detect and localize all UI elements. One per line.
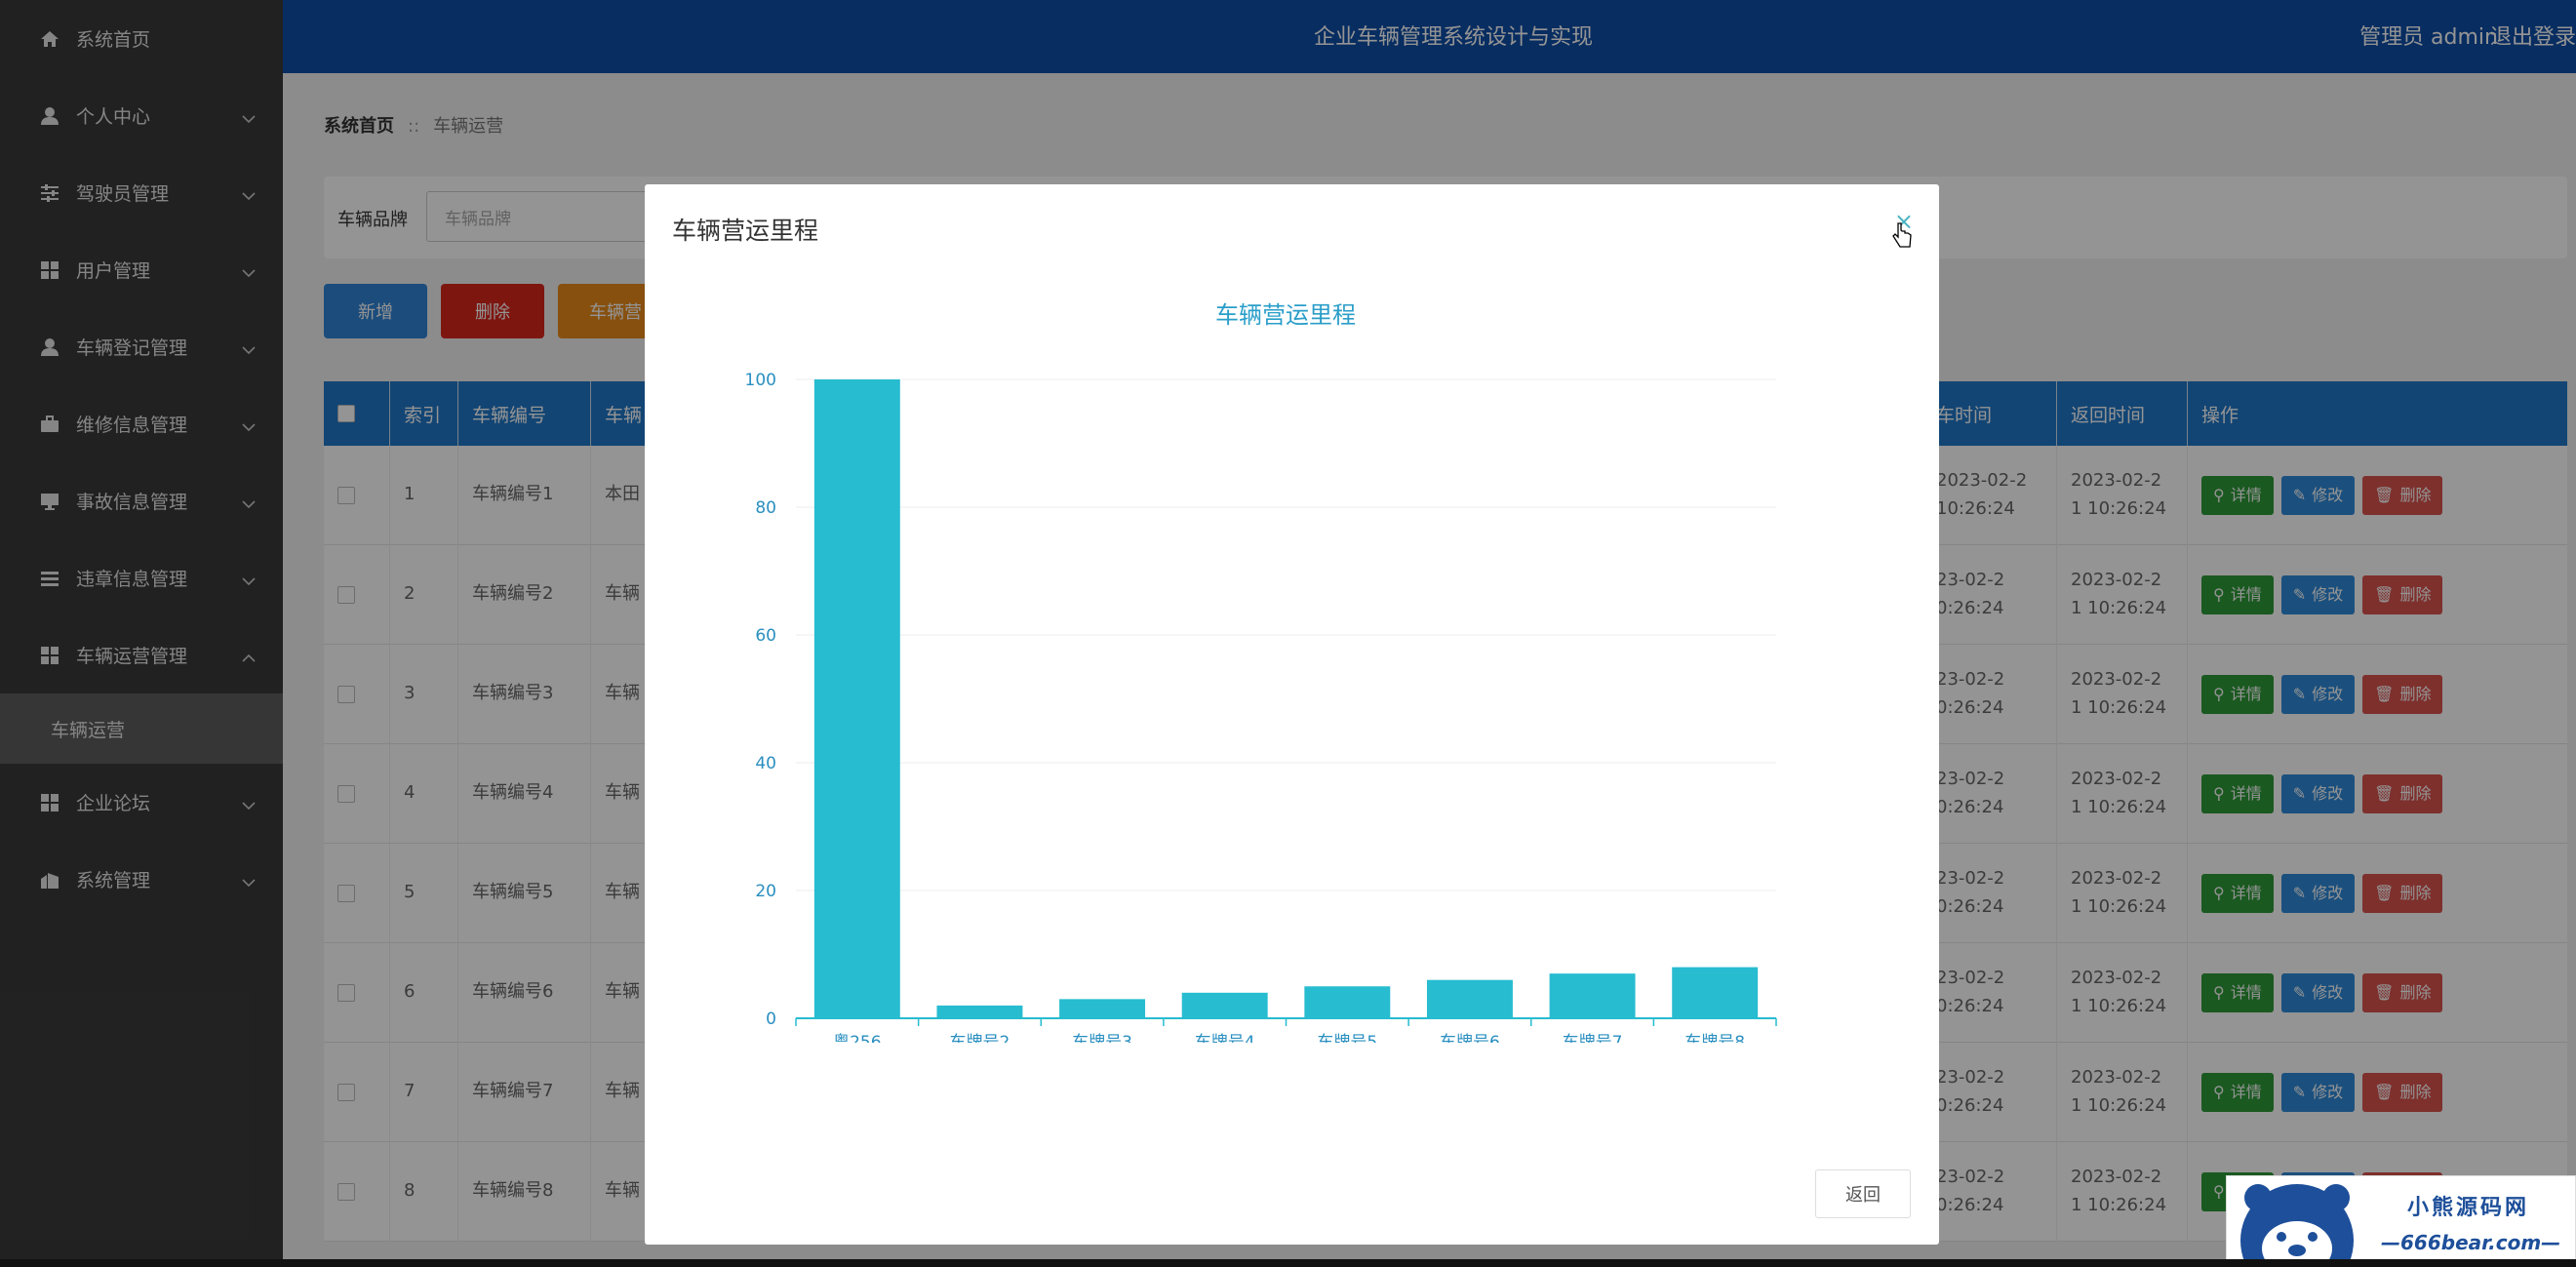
y-tick-label: 0 [766, 1010, 776, 1029]
x-tick-label: 车牌号6 [1440, 1033, 1500, 1043]
x-tick-label: 车牌号7 [1563, 1033, 1623, 1043]
x-tick-label: 车牌号4 [1195, 1033, 1255, 1043]
chart-title: 车辆营运里程 [1215, 301, 1356, 329]
y-tick-label: 40 [755, 754, 776, 773]
bar-2[interactable] [936, 1005, 1023, 1018]
bar-5[interactable] [1304, 986, 1391, 1018]
bar-4[interactable] [1181, 992, 1268, 1018]
bar-6[interactable] [1426, 979, 1513, 1018]
mileage-dialog: 车辆营运里程 × 车辆营运里程 0 20 40 60 80 100 粤256 车牌号2 车牌号3… [645, 184, 1939, 1245]
watermark-url: —666bear.com— [2381, 1231, 2561, 1254]
bar-3[interactable] [1059, 999, 1146, 1018]
chart-grid [796, 378, 1776, 891]
bear-logo-icon [2240, 1184, 2354, 1267]
y-tick-label: 60 [755, 626, 776, 646]
y-tick-label: 80 [755, 498, 776, 518]
watermark-logo: 小熊源码网 —666bear.com— [2226, 1175, 2576, 1267]
x-tick-label: 车牌号3 [1072, 1033, 1132, 1043]
x-tick-label: 车牌号2 [950, 1033, 1011, 1043]
watermark-title: 小熊源码网 [2407, 1196, 2530, 1220]
x-tick-label: 粤256 [833, 1033, 881, 1043]
x-tick-label: 车牌号5 [1317, 1033, 1377, 1043]
chart-bars [813, 379, 1759, 1018]
y-tick-label: 100 [745, 371, 776, 390]
bar-1[interactable] [813, 379, 900, 1018]
mileage-bar-chart: 车辆营运里程 0 20 40 60 80 100 粤256 车牌号2 车牌号3 车牌号4 车牌号5 车… [745, 301, 1777, 1043]
back-button[interactable]: 返回 [1815, 1169, 1911, 1218]
y-tick-label: 20 [755, 882, 776, 901]
bottom-strip [0, 1259, 2576, 1267]
x-tick-label: 车牌号8 [1684, 1033, 1745, 1043]
bar-8[interactable] [1672, 967, 1759, 1018]
bar-7[interactable] [1549, 973, 1636, 1018]
